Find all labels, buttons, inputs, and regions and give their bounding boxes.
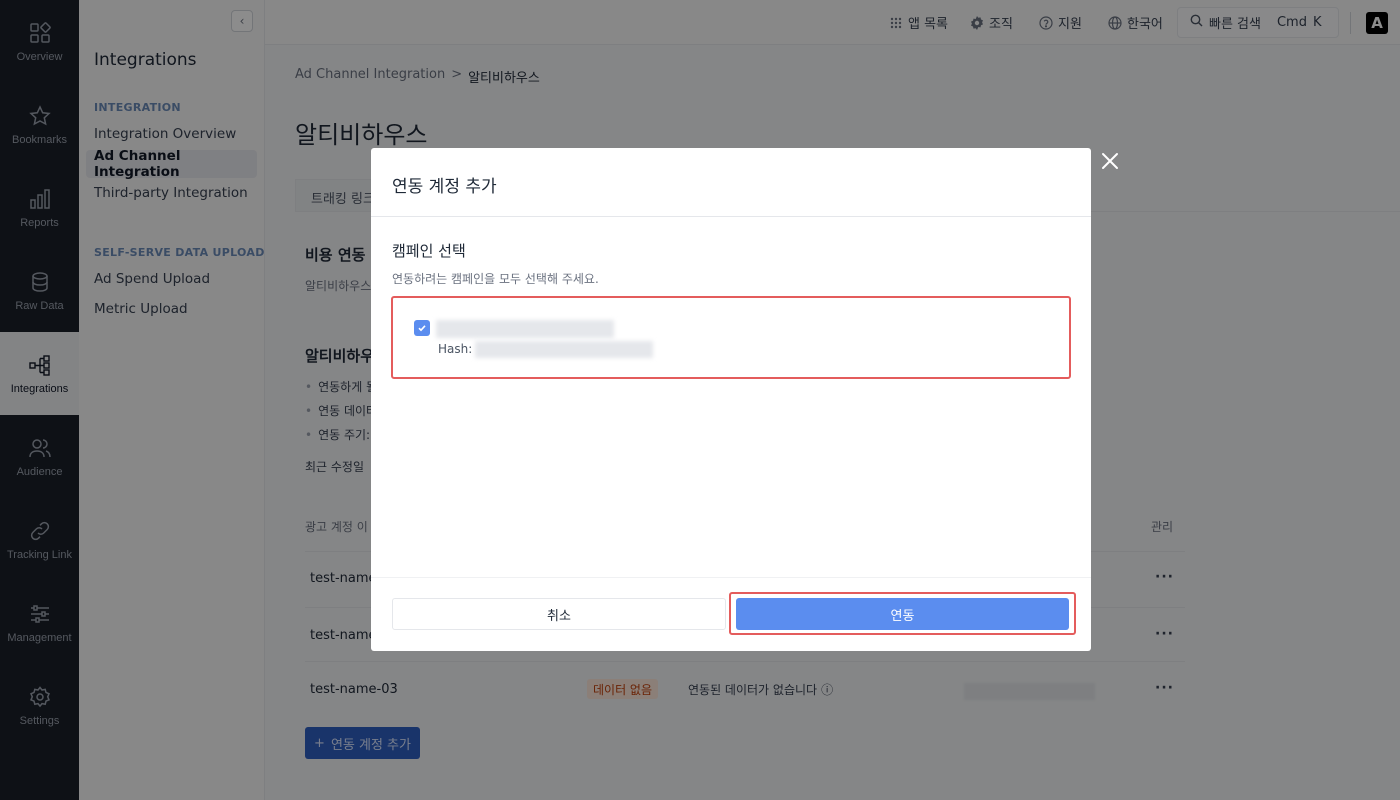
modal-divider [371,216,1091,217]
campaign-checkbox[interactable] [414,320,430,336]
cancel-button[interactable]: 취소 [392,598,726,630]
campaign-name-redacted [436,320,614,338]
connect-button[interactable]: 연동 [736,598,1069,630]
close-icon[interactable] [1099,150,1121,172]
campaign-option[interactable]: Hash: [391,296,1071,379]
modal-footer-divider [371,577,1091,578]
campaign-select-desc: 연동하려는 캠페인을 모두 선택해 주세요. [392,272,599,286]
add-account-modal: 연동 계정 추가 캠페인 선택 연동하려는 캠페인을 모두 선택해 주세요. H… [371,148,1091,651]
hash-label: Hash: [438,342,473,356]
campaign-select-title: 캠페인 선택 [392,242,466,260]
modal-title: 연동 계정 추가 [392,177,497,197]
hash-value-redacted [475,341,653,358]
